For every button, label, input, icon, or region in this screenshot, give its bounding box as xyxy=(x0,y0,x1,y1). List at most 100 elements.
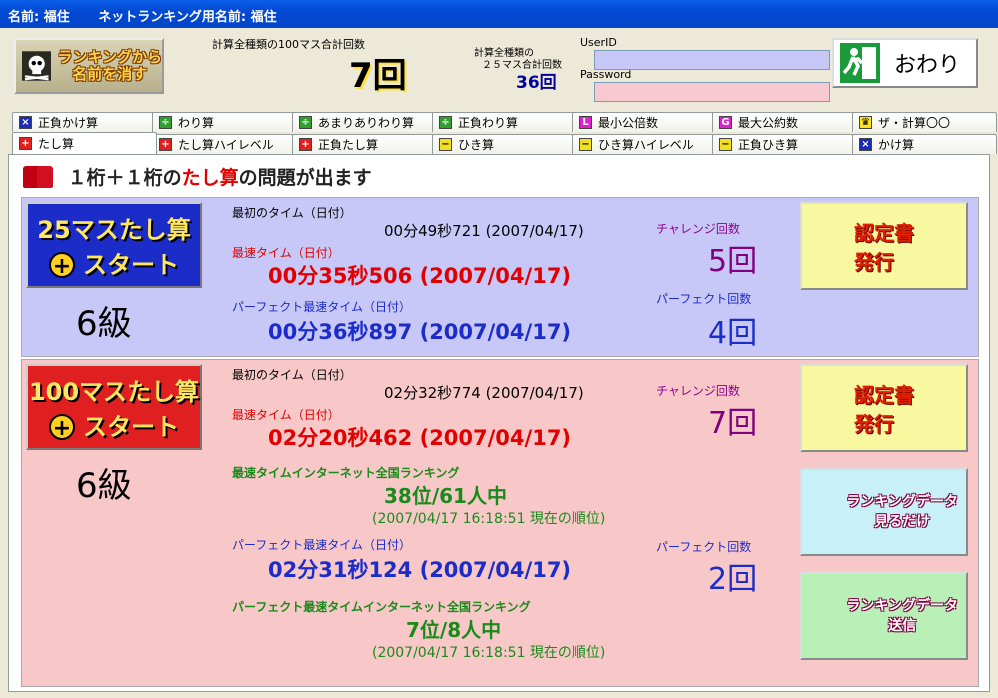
exit-button[interactable]: おわり xyxy=(832,38,978,88)
best-time-value-100: 02分20秒462 (2007/04/17) xyxy=(268,426,572,450)
perfect-time-value-25: 00分36秒897 (2007/04/17) xyxy=(268,320,572,344)
tab-operator-icon: × xyxy=(19,116,32,129)
best-time-label-25: 最速タイム（日付） xyxy=(232,246,340,260)
challenge-value-100: 7回 xyxy=(708,406,758,441)
tab-tabs_row1-5[interactable]: G 最大公約数 xyxy=(712,112,857,132)
start-100-line1: 100マスたし算 xyxy=(28,378,200,406)
tab-label: ひき算 xyxy=(458,138,495,152)
section-25-masu: 25マスたし算 + スタート 6級 最初のタイム（日付） 00分49秒721 (2… xyxy=(21,197,979,357)
tab-label: 正負ひき算 xyxy=(738,138,799,152)
tab-label: たし算ハイレベル xyxy=(178,138,274,152)
tab-tabs_row2-6[interactable]: × かけ算 xyxy=(852,134,997,154)
tab-panel: １桁＋１桁のたし算の問題が出ます 25マスたし算 + スタート 6級 最初のタイム… xyxy=(8,154,990,692)
tab-operator-icon: ÷ xyxy=(299,116,312,129)
userid-label: UserID xyxy=(580,36,617,49)
total100-value: 7回 xyxy=(349,56,407,96)
net-ranking-name: ネットランキング用名前: 福住 xyxy=(98,10,277,25)
first-time-value-25: 00分49秒721 (2007/04/17) xyxy=(384,222,584,240)
tab-tabs_row1-6[interactable]: ♛ ザ・計算〇〇 xyxy=(852,112,997,132)
tab-operator-icon: − xyxy=(439,138,452,151)
start-25-line1: 25マスたし算 xyxy=(37,216,191,244)
tab-operator-icon: × xyxy=(859,138,872,151)
heading-highlight: たし算 xyxy=(181,167,239,189)
tab-label: 正負たし算 xyxy=(318,138,379,152)
tab-label: 正負かけ算 xyxy=(38,116,99,130)
tab-label: ザ・計算〇〇 xyxy=(878,116,951,130)
perfect-time-value-100: 02分31秒124 (2007/04/17) xyxy=(268,558,572,582)
tab-tabs_row2-3[interactable]: − ひき算 xyxy=(432,134,577,154)
skull-icon xyxy=(22,51,52,81)
exit-button-label: おわり xyxy=(894,53,961,78)
tab-operator-icon: − xyxy=(719,138,732,151)
problem-heading: １桁＋１桁のたし算の問題が出ます xyxy=(23,163,372,190)
password-label: Password xyxy=(580,68,632,81)
first-time-label-25: 最初のタイム（日付） xyxy=(232,206,352,220)
password-field[interactable] xyxy=(594,82,830,102)
perfect-count-value-100: 2回 xyxy=(708,562,758,597)
tab-operator-icon: − xyxy=(579,138,592,151)
plus-icon: + xyxy=(49,252,75,279)
challenge-value-25: 5回 xyxy=(708,244,758,279)
tab-tabs_row2-0[interactable]: + たし算 xyxy=(12,132,157,154)
emergency-exit-icon xyxy=(840,43,880,83)
tab-tabs_row2-1[interactable]: + たし算ハイレベル xyxy=(152,134,297,154)
tab-label: 正負わり算 xyxy=(458,116,519,130)
start-25-line2: スタート xyxy=(83,251,179,279)
heading-post: の問題が出ます xyxy=(238,167,372,189)
tab-tabs_row1-4[interactable]: L 最小公倍数 xyxy=(572,112,717,132)
tab-operator-icon: ÷ xyxy=(439,116,452,129)
challenge-label-100: チャレンジ回数 xyxy=(656,384,740,398)
tab-tabs_row2-5[interactable]: − 正負ひき算 xyxy=(712,134,857,154)
rank-value-100: 38位/61人中 xyxy=(384,484,507,508)
start-25-button[interactable]: 25マスたし算 + スタート xyxy=(26,202,202,288)
rank-time-100: (2007/04/17 16:18:51 現在の順位) xyxy=(372,511,606,527)
userid-field[interactable] xyxy=(594,50,830,70)
tab-label: 最小公倍数 xyxy=(598,116,659,130)
tab-operator-icon: + xyxy=(19,137,32,150)
start-100-line2: スタート xyxy=(83,413,179,441)
tab-tabs_row2-4[interactable]: − ひき算ハイレベル xyxy=(572,134,717,154)
tab-tabs_row1-2[interactable]: ÷ あまりありわり算 xyxy=(292,112,437,132)
rank-label-100: 最速タイムインターネット全国ランキング xyxy=(232,466,460,480)
tab-label: あまりありわり算 xyxy=(318,116,415,130)
perfect-count-label-25: パーフェクト回数 xyxy=(656,292,752,306)
grade-25: 6級 xyxy=(76,304,132,344)
total100-label: 計算全種類の100マス合計回数 xyxy=(212,38,365,51)
tab-operator-icon: G xyxy=(719,116,732,129)
challenge-label-25: チャレンジ回数 xyxy=(656,222,740,236)
section-100-masu: 100マスたし算 + スタート 6級 最初のタイム（日付） 02分32秒774 (… xyxy=(21,359,979,687)
tab-operator-icon: L xyxy=(579,116,592,129)
perfect-count-label-100: パーフェクト回数 xyxy=(656,540,752,554)
certificate-100-button[interactable]: 認定書 発行 xyxy=(800,364,968,452)
first-time-label-100: 最初のタイム（日付） xyxy=(232,368,352,382)
first-time-value-100: 02分32秒774 (2007/04/17) xyxy=(384,384,584,402)
perfect-rank-label-100: パーフェクト最速タイムインターネット全国ランキング xyxy=(232,600,531,614)
tab-label: かけ算 xyxy=(878,138,915,152)
certificate-25-button[interactable]: 認定書 発行 xyxy=(800,202,968,290)
tab-tabs_row1-3[interactable]: ÷ 正負わり算 xyxy=(432,112,577,132)
grade-100: 6級 xyxy=(76,466,132,506)
tab-tabs_row1-0[interactable]: × 正負かけ算 xyxy=(12,112,157,132)
tab-operator-icon: ÷ xyxy=(159,116,172,129)
perfect-rank-time-100: (2007/04/17 16:18:51 現在の順位) xyxy=(372,645,606,661)
tab-tabs_row2-2[interactable]: + 正負たし算 xyxy=(292,134,437,154)
perfect-count-value-25: 4回 xyxy=(708,316,758,351)
start-100-button[interactable]: 100マスたし算 + スタート xyxy=(26,364,202,450)
best-time-value-25: 00分35秒506 (2007/04/17) xyxy=(268,264,572,288)
book-icon xyxy=(23,166,53,188)
total25-value: 36回 xyxy=(516,73,557,93)
send-ranking-button[interactable]: ランキングデータ 送信 xyxy=(800,572,968,660)
tab-label: ひき算ハイレベル xyxy=(598,138,694,152)
tab-operator-icon: + xyxy=(299,138,312,151)
heading-pre: １桁＋１桁の xyxy=(67,167,182,189)
perfect-time-label-25: パーフェクト最速タイム（日付） xyxy=(232,300,412,314)
tab-label: 最大公約数 xyxy=(738,116,799,130)
perfect-time-label-100: パーフェクト最速タイム（日付） xyxy=(232,538,412,552)
delete-button-label: ランキングから 名前を消す xyxy=(57,48,162,83)
delete-ranking-name-button[interactable]: ランキングから 名前を消す xyxy=(14,38,164,94)
plus-icon: + xyxy=(49,414,75,441)
tab-label: たし算 xyxy=(38,137,75,151)
view-ranking-button[interactable]: ランキングデータ 見るだけ xyxy=(800,468,968,556)
title-bar: 名前: 福住 ネットランキング用名前: 福住 xyxy=(0,0,998,28)
tab-tabs_row1-1[interactable]: ÷ わり算 xyxy=(152,112,297,132)
